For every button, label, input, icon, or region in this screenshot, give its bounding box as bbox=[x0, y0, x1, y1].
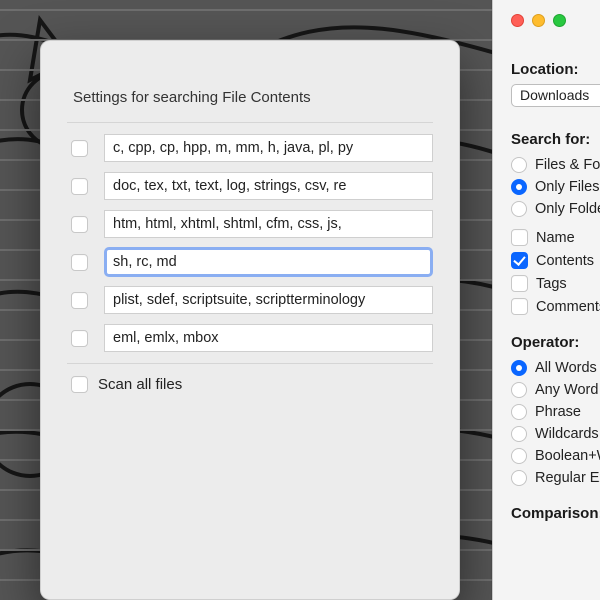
extension-input[interactable] bbox=[104, 210, 433, 238]
extension-input[interactable] bbox=[104, 247, 433, 277]
search-type-option[interactable]: Only Files bbox=[511, 176, 600, 198]
extension-checkbox[interactable] bbox=[71, 178, 88, 195]
checkbox-icon bbox=[511, 229, 528, 246]
search-for-type-group: Files & Folders Only Files Only Folders bbox=[511, 154, 600, 220]
file-contents-settings-sheet: Settings for searching File Contents Sca… bbox=[40, 40, 460, 600]
radio-icon bbox=[511, 360, 527, 376]
search-field-option[interactable]: Name bbox=[511, 226, 600, 249]
checkbox-icon bbox=[511, 298, 528, 315]
operator-label: Operator: bbox=[511, 334, 600, 351]
radio-icon bbox=[511, 470, 527, 486]
settings-title: Settings for searching File Contents bbox=[73, 89, 433, 106]
search-for-fields-group: Name Contents Tags Comments bbox=[511, 226, 600, 318]
operator-option[interactable]: Boolean+Wildcards bbox=[511, 445, 600, 467]
location-value: Downloads bbox=[520, 87, 589, 103]
operator-option[interactable]: Any Word bbox=[511, 379, 600, 401]
search-type-option[interactable]: Files & Folders bbox=[511, 154, 600, 176]
extension-checkbox[interactable] bbox=[71, 216, 88, 233]
zoom-icon[interactable] bbox=[553, 14, 566, 27]
checkbox-icon bbox=[511, 275, 528, 292]
extension-row bbox=[67, 281, 433, 319]
search-field-option[interactable]: Tags bbox=[511, 272, 600, 295]
search-type-option-label: Files & Folders bbox=[535, 157, 600, 173]
operator-option-label: Any Word bbox=[535, 382, 598, 398]
extension-input[interactable] bbox=[104, 134, 433, 162]
scan-all-label: Scan all files bbox=[98, 376, 182, 393]
operator-option-label: Wildcards bbox=[535, 426, 599, 442]
scan-all-checkbox[interactable] bbox=[71, 376, 88, 393]
radio-icon bbox=[511, 426, 527, 442]
operator-option-label: Boolean+Wildcards bbox=[535, 448, 600, 464]
radio-icon bbox=[511, 382, 527, 398]
extension-checkbox[interactable] bbox=[71, 292, 88, 309]
search-field-option[interactable]: Contents bbox=[511, 249, 600, 272]
minimize-icon[interactable] bbox=[532, 14, 545, 27]
operator-option[interactable]: Regular Expression bbox=[511, 467, 600, 489]
extension-checkbox[interactable] bbox=[71, 254, 88, 271]
search-field-option-label: Contents bbox=[536, 253, 594, 269]
extension-row bbox=[67, 167, 433, 205]
radio-icon bbox=[511, 179, 527, 195]
extension-input[interactable] bbox=[104, 172, 433, 200]
search-field-option-label: Tags bbox=[536, 276, 567, 292]
search-for-label: Search for: bbox=[511, 131, 600, 148]
location-label: Location: bbox=[511, 61, 600, 78]
extension-row bbox=[67, 319, 433, 357]
search-field-option-label: Name bbox=[536, 230, 575, 246]
search-field-option[interactable]: Comments bbox=[511, 295, 600, 318]
scan-all-row[interactable]: Scan all files bbox=[67, 364, 433, 393]
extension-row bbox=[67, 243, 433, 281]
operator-option-label: Regular Expression bbox=[535, 470, 600, 486]
operator-option[interactable]: Phrase bbox=[511, 401, 600, 423]
search-type-option[interactable]: Only Folders bbox=[511, 198, 600, 220]
window-controls bbox=[511, 0, 600, 47]
radio-icon bbox=[511, 404, 527, 420]
search-field-option-label: Comments bbox=[536, 299, 600, 315]
radio-icon bbox=[511, 157, 527, 173]
extension-input[interactable] bbox=[104, 324, 433, 352]
radio-icon bbox=[511, 201, 527, 217]
search-type-option-label: Only Folders bbox=[535, 201, 600, 217]
comparison-label: Comparison: bbox=[511, 505, 600, 522]
extension-checkbox[interactable] bbox=[71, 330, 88, 347]
extensions-list bbox=[67, 122, 433, 364]
operator-option[interactable]: All Words bbox=[511, 357, 600, 379]
operator-option[interactable]: Wildcards bbox=[511, 423, 600, 445]
operator-group: All Words Any Word Phrase Wildcards Boolean+… bbox=[511, 357, 600, 489]
search-panel: Location: Downloads Search for: Files & … bbox=[492, 0, 600, 600]
search-type-option-label: Only Files bbox=[535, 179, 599, 195]
extension-row bbox=[67, 205, 433, 243]
extension-checkbox[interactable] bbox=[71, 140, 88, 157]
operator-option-label: All Words bbox=[535, 360, 597, 376]
extension-row bbox=[67, 129, 433, 167]
radio-icon bbox=[511, 448, 527, 464]
location-select[interactable]: Downloads bbox=[511, 84, 600, 107]
checkbox-icon bbox=[511, 252, 528, 269]
operator-option-label: Phrase bbox=[535, 404, 581, 420]
extension-input[interactable] bbox=[104, 286, 433, 314]
close-icon[interactable] bbox=[511, 14, 524, 27]
